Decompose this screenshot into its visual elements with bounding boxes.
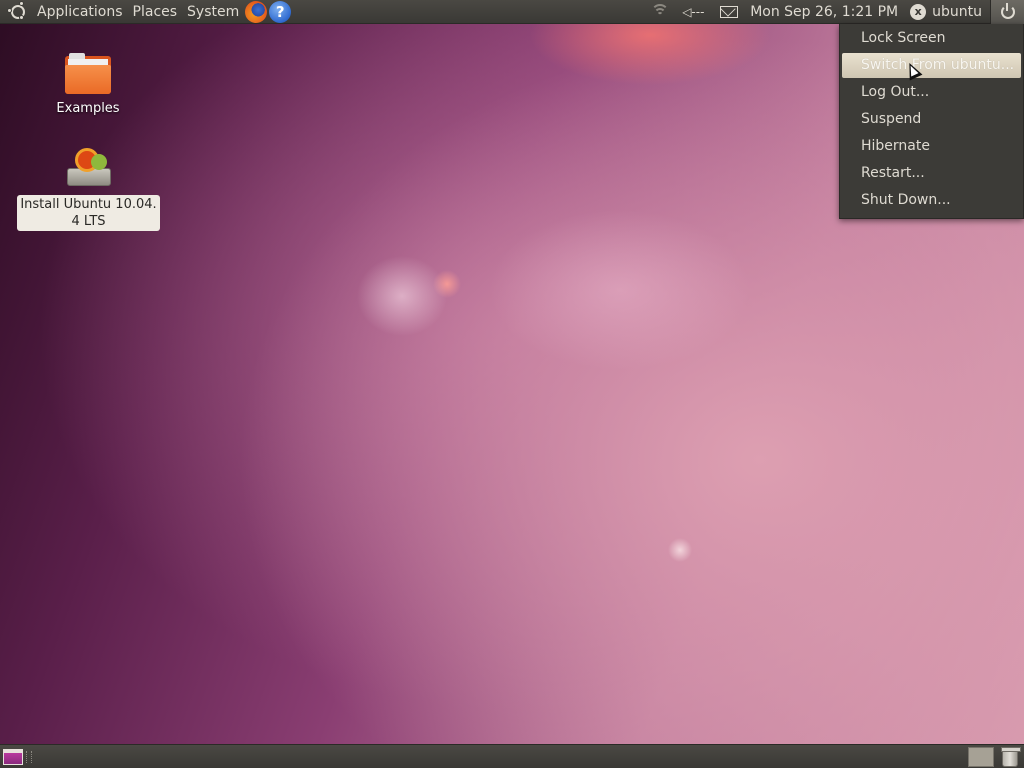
menu-item-shut-down[interactable]: Shut Down... xyxy=(840,187,1023,214)
clock[interactable]: Mon Sep 26, 1:21 PM xyxy=(744,0,904,24)
folder-icon xyxy=(65,53,111,94)
desktop-icon-label-selected: Install Ubuntu 10.04. 4 LTS xyxy=(17,195,160,231)
menu-item-switch-user[interactable]: Switch From ubuntu... xyxy=(842,53,1021,78)
wifi-icon xyxy=(650,4,670,20)
volume-indicator[interactable]: ◁--- xyxy=(676,0,714,24)
desktop-icon-install-ubuntu[interactable]: Install Ubuntu 10.04. 4 LTS xyxy=(17,146,160,231)
power-icon xyxy=(1000,3,1015,19)
system-menu[interactable]: System xyxy=(182,0,244,24)
desktop-icon-examples[interactable]: Examples xyxy=(48,53,128,117)
user-status-icon: x xyxy=(910,4,927,20)
menu-item-restart[interactable]: Restart... xyxy=(840,160,1023,187)
show-desktop-icon[interactable] xyxy=(3,749,23,765)
panel-handle[interactable] xyxy=(26,751,32,763)
speaker-icon: ◁--- xyxy=(682,5,705,19)
label-line-1: Install Ubuntu 10.04. xyxy=(20,197,157,212)
user-menu[interactable]: x ubuntu xyxy=(904,0,990,24)
menu-item-suspend[interactable]: Suspend xyxy=(840,106,1023,133)
session-menu-button[interactable] xyxy=(990,0,1024,24)
menu-item-lock-screen[interactable]: Lock Screen xyxy=(840,25,1023,52)
messaging-indicator[interactable] xyxy=(714,0,744,24)
ubuntu-logo-icon[interactable] xyxy=(7,0,28,22)
trash-icon[interactable] xyxy=(1001,747,1021,767)
places-menu[interactable]: Places xyxy=(128,0,183,24)
bottom-panel xyxy=(0,744,1024,768)
desktop-icon-label: Examples xyxy=(56,101,120,116)
top-panel: Applications Places System ? ◁--- Mon Se… xyxy=(0,0,1024,24)
panel-tray-area: ◁--- Mon Sep 26, 1:21 PM x ubuntu xyxy=(644,0,1024,24)
username-label: ubuntu xyxy=(932,4,982,20)
session-menu: Lock Screen Switch From ubuntu... Log Ou… xyxy=(839,24,1024,219)
workspace-switcher[interactable] xyxy=(968,747,994,767)
label-line-2: 4 LTS xyxy=(71,214,106,229)
help-icon[interactable]: ? xyxy=(269,0,292,23)
network-indicator[interactable] xyxy=(644,0,676,24)
firefox-icon[interactable] xyxy=(245,0,268,23)
applications-menu[interactable]: Applications xyxy=(32,0,128,24)
envelope-icon xyxy=(720,6,739,18)
panel-left-area: Applications Places System ? xyxy=(0,0,292,24)
menu-item-hibernate[interactable]: Hibernate xyxy=(840,133,1023,160)
install-drive-icon xyxy=(65,146,113,190)
menu-item-log-out[interactable]: Log Out... xyxy=(840,79,1023,106)
